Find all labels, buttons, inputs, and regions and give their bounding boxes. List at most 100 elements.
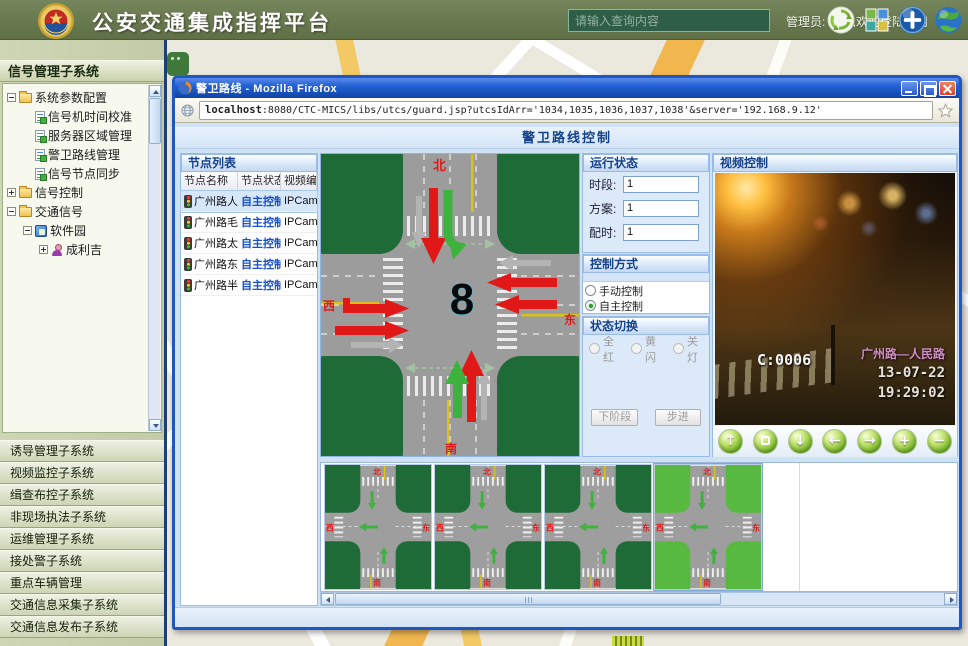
tree-item-3[interactable]: 警卫路线管理 xyxy=(5,145,147,164)
radio-checked-icon[interactable] xyxy=(585,300,596,311)
ptz-stop-button[interactable] xyxy=(753,429,778,454)
phase-thumbnail-1[interactable]: 北西东南 xyxy=(324,464,432,590)
desktop: 公安交通集成指挥平台 管理员: 您好,欢迎登陆使用 xyxy=(0,0,968,646)
signal-tree: 系统参数配置信号机时间校准服务器区域管理警卫路线管理信号节点同步信号控制交通信号… xyxy=(5,88,147,259)
state-switch-button-1[interactable]: 步进 xyxy=(655,409,701,426)
tree-item-2[interactable]: 服务器区域管理 xyxy=(5,126,147,145)
folder-icon xyxy=(19,93,32,103)
node-table-header: 节点名称节点状态视频编号 xyxy=(181,172,317,191)
url-host: localhost xyxy=(205,104,262,116)
maximize-button[interactable] xyxy=(920,81,937,96)
search-input[interactable] xyxy=(568,9,770,32)
sidebar-section-1[interactable]: 视频监控子系统 xyxy=(0,462,164,484)
node-table-row[interactable]: 广州路东...自主控制IPCam9 xyxy=(181,254,317,275)
camera-time-overlay: 19:29:02 xyxy=(878,385,945,401)
tree-item-0[interactable]: 系统参数配置 xyxy=(5,88,147,107)
node-column-header-0[interactable]: 节点名称 xyxy=(181,172,238,190)
sidebar-section-2[interactable]: 缉查布控子系统 xyxy=(0,484,164,506)
plus-expander-icon[interactable] xyxy=(7,188,16,197)
close-button[interactable] xyxy=(939,81,956,96)
node-table-row[interactable]: 广州路人...自主控制IPCam6 xyxy=(181,191,317,212)
node-column-header-1[interactable]: 节点状态 xyxy=(238,172,281,190)
bookmark-star-icon[interactable] xyxy=(938,103,953,118)
sidebar-section-0[interactable]: 诱导管理子系统 xyxy=(0,440,164,462)
sidebar-header-signal-subsystem[interactable]: 信号管理子系统 xyxy=(0,60,164,82)
sidebar: 信号管理子系统 系统参数配置信号机时间校准服务器区域管理警卫路线管理信号节点同步… xyxy=(0,40,167,646)
node-status-cell[interactable]: 自主控制 xyxy=(238,214,281,230)
node-name-cell: 广州路东... xyxy=(181,256,238,272)
ptz-up-button[interactable]: ↑ xyxy=(718,429,743,454)
tree-scroll-down[interactable] xyxy=(149,419,161,431)
tree-item-7[interactable]: 软件园 xyxy=(5,221,147,240)
svg-text:西: 西 xyxy=(656,523,664,532)
camera-location-overlay: 广州路—人民路 xyxy=(861,345,945,362)
tree-item-6[interactable]: 交通信号 xyxy=(5,202,147,221)
field-label: 方案: xyxy=(589,200,623,217)
node-status-cell[interactable]: 自主控制 xyxy=(238,193,281,209)
node-name-text: 广州路毛... xyxy=(194,214,238,230)
scroll-right-button[interactable] xyxy=(944,593,957,605)
node-table-row[interactable]: 广州路毛...自主控制IPCam7 xyxy=(181,212,317,233)
ptz-zoom-out-button[interactable]: − xyxy=(927,429,952,454)
svg-text:北: 北 xyxy=(703,466,711,476)
page-icon xyxy=(35,149,45,161)
svg-text:东: 东 xyxy=(422,522,430,532)
node-status-cell[interactable]: 自主控制 xyxy=(238,256,281,272)
node-status-cell[interactable]: 自主控制 xyxy=(238,235,281,251)
phase-thumbnail-3[interactable]: 北西东南 xyxy=(544,464,652,590)
scroll-left-button[interactable] xyxy=(321,593,334,605)
node-table-row[interactable]: 广州路太...自主控制IPCam8 xyxy=(181,233,317,254)
tree-item-8[interactable]: 成利吉 xyxy=(5,240,147,259)
node-name-text: 广州路人... xyxy=(194,193,238,209)
address-input[interactable]: localhost:8080/CTC-MICS/libs/utcs/guard.… xyxy=(199,101,933,120)
tree-scroll-thumb[interactable] xyxy=(149,98,161,144)
sidebar-section-6[interactable]: 重点车辆管理 xyxy=(0,572,164,594)
sidebar-section-4[interactable]: 运维管理子系统 xyxy=(0,528,164,550)
tree-item-5[interactable]: 信号控制 xyxy=(5,183,147,202)
label-west: 西 xyxy=(323,299,335,313)
tree-scroll-up[interactable] xyxy=(149,85,161,97)
node-column-header-2[interactable]: 视频编号 xyxy=(281,172,317,190)
tree-item-1[interactable]: 信号机时间校准 xyxy=(5,107,147,126)
radio-label: 关灯 xyxy=(687,333,705,365)
firefox-icon xyxy=(178,81,192,95)
radio-label: 自主控制 xyxy=(599,298,643,314)
field-input-2[interactable] xyxy=(623,224,699,241)
node-status-cell[interactable]: 自主控制 xyxy=(238,277,281,293)
tree-scrollbar[interactable] xyxy=(148,85,160,431)
radio-icon[interactable] xyxy=(585,285,596,296)
node-table-row[interactable]: 广州路半...自主控制IPCam10 xyxy=(181,275,317,296)
sidebar-section-3[interactable]: 非现场执法子系统 xyxy=(0,506,164,528)
sidebar-section-8[interactable]: 交通信息发布子系统 xyxy=(0,616,164,638)
minus-expander-icon[interactable] xyxy=(7,207,16,216)
window-titlebar[interactable]: 警卫路线 - Mozilla Firefox xyxy=(175,78,959,98)
state-switch-button-0[interactable]: 下阶段 xyxy=(591,409,638,426)
plus-expander-icon[interactable] xyxy=(39,245,48,254)
phase-number: 8 xyxy=(450,275,474,324)
phase-thumbnail-4[interactable]: 北西东南 xyxy=(654,464,762,590)
tree-item-4[interactable]: 信号节点同步 xyxy=(5,164,147,183)
ptz-zoom-in-button[interactable]: + xyxy=(892,429,917,454)
traffic-light-icon xyxy=(184,216,192,229)
add-icon[interactable] xyxy=(898,6,927,35)
control-mode-option-0[interactable]: 手动控制 xyxy=(585,283,707,298)
field-input-0[interactable] xyxy=(623,176,699,193)
minimize-button[interactable] xyxy=(901,81,918,96)
node-list-title: 节点列表 xyxy=(181,154,317,172)
refresh-icon[interactable] xyxy=(826,6,855,35)
ptz-left-button[interactable]: ← xyxy=(822,429,847,454)
minus-expander-icon[interactable] xyxy=(7,93,16,102)
sidebar-section-5[interactable]: 接处警子系统 xyxy=(0,550,164,572)
tree-item-label: 警卫路线管理 xyxy=(48,146,120,163)
sidebar-section-7[interactable]: 交通信息采集子系统 xyxy=(0,594,164,616)
minus-expander-icon[interactable] xyxy=(23,226,32,235)
horizontal-scrollbar[interactable] xyxy=(320,592,958,606)
phase-thumbnail-2[interactable]: 北西东南 xyxy=(434,464,542,590)
globe-icon[interactable] xyxy=(934,6,963,35)
field-input-1[interactable] xyxy=(623,200,699,217)
control-mode-option-1[interactable]: 自主控制 xyxy=(585,298,707,313)
ptz-right-button[interactable]: → xyxy=(857,429,882,454)
apps-grid-icon[interactable] xyxy=(862,6,891,35)
ptz-down-button[interactable]: ↓ xyxy=(788,429,813,454)
scroll-thumb[interactable] xyxy=(335,593,721,605)
